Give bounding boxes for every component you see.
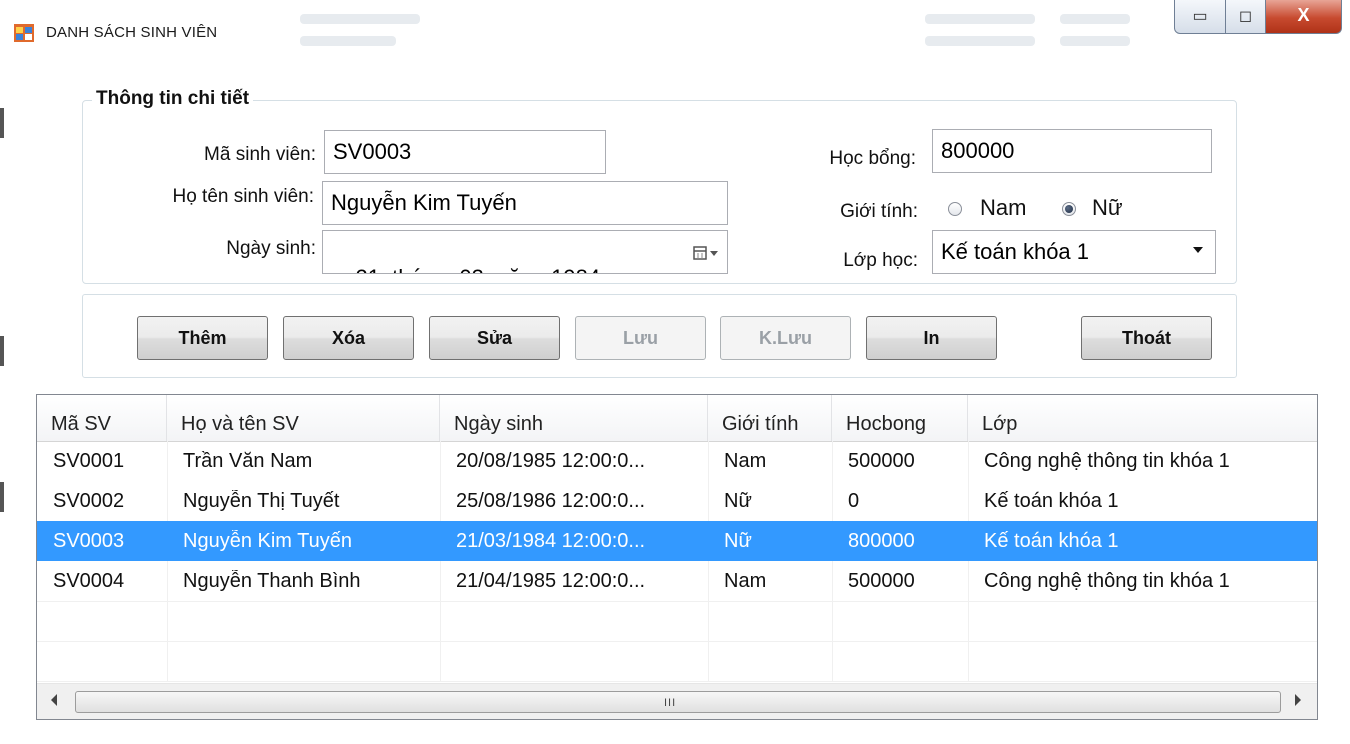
maximize-icon: ◻ <box>1238 8 1253 25</box>
cell-gender: Nữ <box>724 490 752 512</box>
column-header-birth-date[interactable]: Ngày sinh <box>440 395 708 441</box>
cell-scholarship: 800000 <box>848 530 915 552</box>
background-blur <box>300 36 396 46</box>
maximize-button[interactable]: ◻ <box>1226 0 1266 34</box>
gender-female-radio[interactable] <box>1062 202 1076 216</box>
gender-male-label[interactable]: Nam <box>980 195 1026 221</box>
cell-student-id: SV0003 <box>53 530 125 552</box>
chevron-down-icon[interactable] <box>1193 247 1203 253</box>
cell-birth-date: 25/08/1986 12:00:0... <box>456 490 646 512</box>
student-id-label: Mã sinh viên: <box>204 144 316 165</box>
table-row-selected[interactable]: SV0003 Nguyễn Kim Tuyến 21/03/1984 12:00… <box>37 521 1317 561</box>
background-blur <box>1060 36 1130 46</box>
birth-date-label: Ngày sinh: <box>226 238 316 259</box>
details-group-title: Thông tin chi tiết <box>92 88 254 110</box>
cell-scholarship: 500000 <box>848 570 915 592</box>
class-label: Lớp học: <box>843 250 918 271</box>
class-combobox[interactable]: Kế toán khóa 1 <box>932 230 1216 274</box>
row-divider <box>37 681 1317 682</box>
scholarship-value: 800000 <box>941 138 1015 163</box>
background-blur <box>925 14 1035 24</box>
column-header-class[interactable]: Lớp <box>968 395 1317 441</box>
calendar-dropdown-icon[interactable] <box>693 244 719 262</box>
full-name-input[interactable]: Nguyễn Kim Tuyến <box>322 181 728 225</box>
background-edge <box>0 336 4 366</box>
student-grid[interactable]: Mã SV Họ và tên SV Ngày sinh Giới tính H… <box>36 394 1318 720</box>
cell-gender: Nam <box>724 450 767 472</box>
cell-student-id: SV0002 <box>53 490 125 512</box>
cell-class: Kế toán khóa 1 <box>984 490 1119 512</box>
gender-label: Giới tính: <box>840 201 918 222</box>
cell-name: Trần Văn Nam <box>183 450 313 472</box>
exit-button[interactable]: Thoát <box>1081 316 1212 360</box>
app-form-icon <box>14 24 34 42</box>
close-button[interactable]: X <box>1266 0 1342 34</box>
table-row[interactable]: SV0001 Trần Văn Nam 20/08/1985 12:00:0..… <box>37 441 1317 481</box>
birth-date-value: 21 tháng 03 năm 1984 <box>355 265 600 273</box>
cell-gender: Nam <box>724 570 767 592</box>
minimize-icon: ▭ <box>1192 8 1208 25</box>
cell-name: Nguyễn Thanh Bình <box>183 570 361 592</box>
window-title: DANH SÁCH SINH VIÊN <box>46 24 218 41</box>
gender-male-radio[interactable] <box>948 202 962 216</box>
cell-class: Kế toán khóa 1 <box>984 530 1119 552</box>
gender-female-label[interactable]: Nữ <box>1092 195 1123 221</box>
scrollbar-thumb[interactable]: III <box>75 691 1281 713</box>
edit-button[interactable]: Sửa <box>429 316 560 360</box>
row-divider <box>37 601 1317 602</box>
student-id-input[interactable]: SV0003 <box>324 130 606 174</box>
background-blur <box>300 14 420 24</box>
main-window: DANH SÁCH SINH VIÊN ▭ ◻ X Thông tin chi … <box>0 0 1350 744</box>
table-row[interactable]: SV0002 Nguyễn Thị Tuyết 25/08/1986 12:00… <box>37 481 1317 521</box>
cell-birth-date: 21/04/1985 12:00:0... <box>456 570 646 592</box>
cell-birth-date: 20/08/1985 12:00:0... <box>456 450 646 472</box>
scroll-right-icon[interactable] <box>1295 694 1301 706</box>
scroll-grip: III <box>664 697 677 709</box>
cell-student-id: SV0004 <box>53 570 125 592</box>
cell-student-id: SV0001 <box>53 450 125 472</box>
background-blur <box>925 36 1035 46</box>
class-value: Kế toán khóa 1 <box>941 239 1090 264</box>
minimize-button[interactable]: ▭ <box>1174 0 1226 34</box>
close-icon: X <box>1297 5 1310 25</box>
horizontal-scrollbar[interactable]: III <box>37 683 1317 719</box>
birth-date-picker[interactable]: 21 tháng 03 năm 1984 <box>322 230 728 274</box>
cell-scholarship: 500000 <box>848 450 915 472</box>
scholarship-label: Học bổng: <box>829 148 916 169</box>
cell-class: Công nghệ thông tin khóa 1 <box>984 450 1230 472</box>
cancel-save-button[interactable]: K.Lưu <box>720 316 851 360</box>
student-id-value: SV0003 <box>333 139 412 164</box>
row-divider <box>37 641 1317 642</box>
column-header-gender[interactable]: Giới tính <box>708 395 832 441</box>
title-bar[interactable]: DANH SÁCH SINH VIÊN ▭ ◻ X <box>0 0 1350 58</box>
column-header-name[interactable]: Họ và tên SV <box>167 395 440 441</box>
cell-birth-date: 21/03/1984 12:00:0... <box>456 530 646 552</box>
background-blur <box>1060 14 1130 24</box>
delete-button[interactable]: Xóa <box>283 316 414 360</box>
table-row[interactable]: SV0004 Nguyễn Thanh Bình 21/04/1985 12:0… <box>37 561 1317 601</box>
grid-header: Mã SV Họ và tên SV Ngày sinh Giới tính H… <box>37 395 1317 442</box>
cell-gender: Nữ <box>724 530 752 552</box>
cell-name: Nguyễn Thị Tuyết <box>183 490 340 512</box>
cell-class: Công nghệ thông tin khóa 1 <box>984 570 1230 592</box>
full-name-value: Nguyễn Kim Tuyến <box>331 190 517 215</box>
full-name-label: Họ tên sinh viên: <box>172 186 314 207</box>
cell-scholarship: 0 <box>848 490 860 512</box>
background-edge <box>0 108 4 138</box>
background-edge <box>0 482 4 512</box>
column-header-student-id[interactable]: Mã SV <box>37 395 167 441</box>
add-button[interactable]: Thêm <box>137 316 268 360</box>
scroll-left-icon[interactable] <box>51 694 57 706</box>
cell-name: Nguyễn Kim Tuyến <box>183 530 352 552</box>
column-header-scholarship[interactable]: Hocbong <box>832 395 968 441</box>
print-button[interactable]: In <box>866 316 997 360</box>
scholarship-input[interactable]: 800000 <box>932 129 1212 173</box>
save-button[interactable]: Lưu <box>575 316 706 360</box>
